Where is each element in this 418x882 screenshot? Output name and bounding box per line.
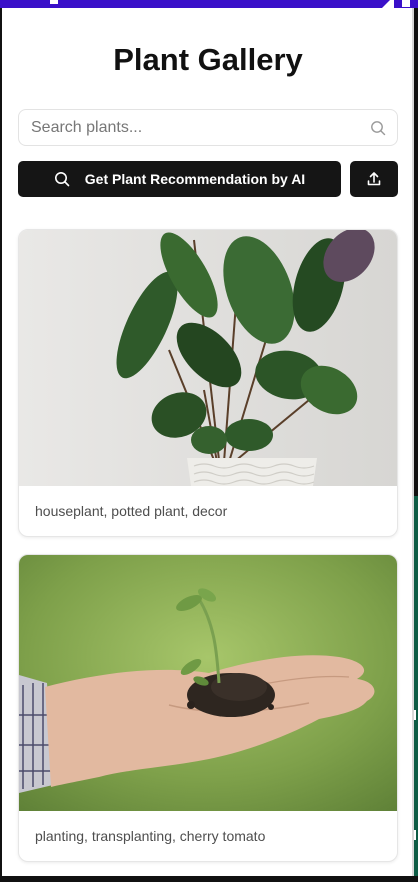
search-icon <box>54 172 70 187</box>
upload-button[interactable] <box>350 161 398 197</box>
upload-icon <box>367 172 381 186</box>
search-icon[interactable] <box>370 120 386 136</box>
plant-photo <box>19 555 397 811</box>
plant-tags: planting, transplanting, cherry tomato <box>35 828 266 844</box>
plant-tags: houseplant, potted plant, decor <box>35 503 228 519</box>
status-bar <box>0 0 418 8</box>
notification-icon <box>50 0 58 4</box>
plant-photo <box>19 230 397 486</box>
plant-card[interactable]: houseplant, potted plant, decor <box>18 229 398 537</box>
page-title: Plant Gallery <box>113 42 303 77</box>
search-bar <box>18 109 398 146</box>
ai-recommendation-button[interactable]: Get Plant Recommendation by AI <box>18 161 341 197</box>
search-input[interactable] <box>31 118 351 138</box>
ai-button-label: Get Plant Recommendation by AI <box>84 171 306 187</box>
app-screen: Plant Gallery Get Plant Recommendation b… <box>2 8 414 876</box>
plant-card[interactable]: planting, transplanting, cherry tomato <box>18 554 398 862</box>
battery-icon <box>402 0 410 7</box>
background-window-edge <box>414 496 418 876</box>
signal-icon <box>382 0 394 8</box>
